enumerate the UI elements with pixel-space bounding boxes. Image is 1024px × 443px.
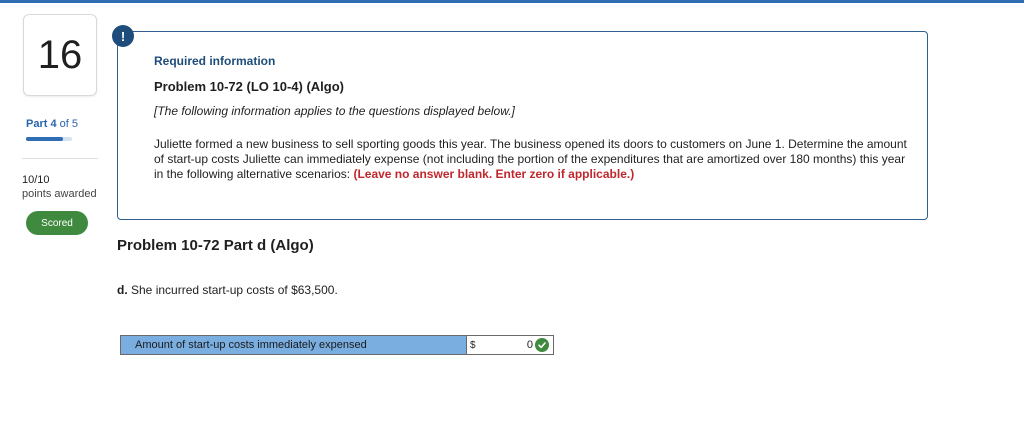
part-current: Part 4 <box>26 118 57 130</box>
part-progress-fill <box>26 137 63 141</box>
answer-table: Amount of start-up costs immediately exp… <box>120 335 554 355</box>
part-progress-bar <box>26 137 72 141</box>
sidebar-divider <box>22 158 98 159</box>
question-number-box: 16 <box>23 14 97 96</box>
required-information-heading: Required information <box>154 54 276 68</box>
answer-label-text: Amount of start-up costs immediately exp… <box>135 339 367 351</box>
part-question: d. She incurred start-up costs of $63,50… <box>117 283 338 297</box>
question-letter: d. <box>117 283 128 297</box>
scenario-text: Juliette formed a new business to sell s… <box>154 137 914 182</box>
question-number: 16 <box>37 32 83 77</box>
points-value: 10/10 <box>22 174 50 186</box>
question-text: She incurred start-up costs of $63,500. <box>127 283 338 297</box>
check-mark-glyph <box>538 342 546 349</box>
applies-note: [The following information applies to th… <box>154 104 515 118</box>
answer-cell: $ <box>467 336 553 354</box>
alert-icon: ! <box>112 25 134 47</box>
points-label: points awarded <box>22 188 97 200</box>
part-total: of 5 <box>56 118 78 130</box>
scenario-emphasis: (Leave no answer blank. Enter zero if ap… <box>353 167 635 181</box>
part-heading: Problem 10-72 Part d (Algo) <box>117 237 314 254</box>
scored-status-badge: Scored <box>26 211 88 235</box>
check-icon <box>535 338 549 352</box>
answer-input[interactable] <box>481 338 533 352</box>
top-accent-bar <box>0 0 1024 3</box>
problem-title: Problem 10-72 (LO 10-4) (Algo) <box>154 79 344 94</box>
currency-symbol: $ <box>470 339 476 351</box>
part-indicator: Part 4 of 5 <box>26 118 78 130</box>
answer-label: Amount of start-up costs immediately exp… <box>121 336 467 354</box>
